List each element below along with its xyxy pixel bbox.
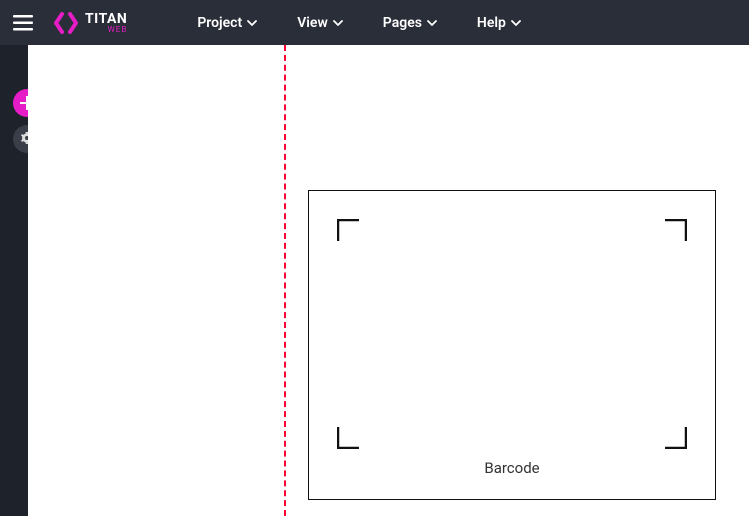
chevron-down-icon (511, 20, 521, 26)
scan-corner-tl-icon (337, 219, 359, 241)
barcode-widget[interactable]: Barcode (308, 190, 716, 500)
chevron-down-icon (333, 20, 343, 26)
menu-help[interactable]: Help (477, 15, 521, 31)
hamburger-menu[interactable] (0, 0, 45, 45)
top-navbar: TITAN WEB Project View Pages Help (0, 0, 749, 45)
scan-corner-br-icon (665, 427, 687, 449)
scan-corner-bl-icon (337, 427, 359, 449)
design-canvas[interactable]: Barcode (28, 45, 749, 516)
vertical-guide[interactable] (284, 45, 286, 516)
workspace: Barcode (0, 45, 749, 516)
logo-mark-icon (53, 10, 79, 36)
brand-logo[interactable]: TITAN WEB (53, 10, 127, 36)
menu-label: Project (197, 15, 242, 31)
menu-label: Help (477, 15, 506, 31)
main-menu: Project View Pages Help (197, 15, 521, 31)
menu-label: Pages (383, 15, 422, 31)
chevron-down-icon (247, 20, 257, 26)
left-sidebar (0, 45, 28, 516)
menu-project[interactable]: Project (197, 15, 257, 31)
menu-label: View (297, 15, 328, 31)
scan-corner-tr-icon (665, 219, 687, 241)
brand-subtitle: WEB (108, 26, 128, 34)
chevron-down-icon (427, 20, 437, 26)
menu-view[interactable]: View (297, 15, 343, 31)
barcode-label: Barcode (309, 459, 715, 477)
menu-pages[interactable]: Pages (383, 15, 437, 31)
hamburger-icon (13, 15, 33, 31)
brand-title: TITAN (85, 12, 127, 26)
